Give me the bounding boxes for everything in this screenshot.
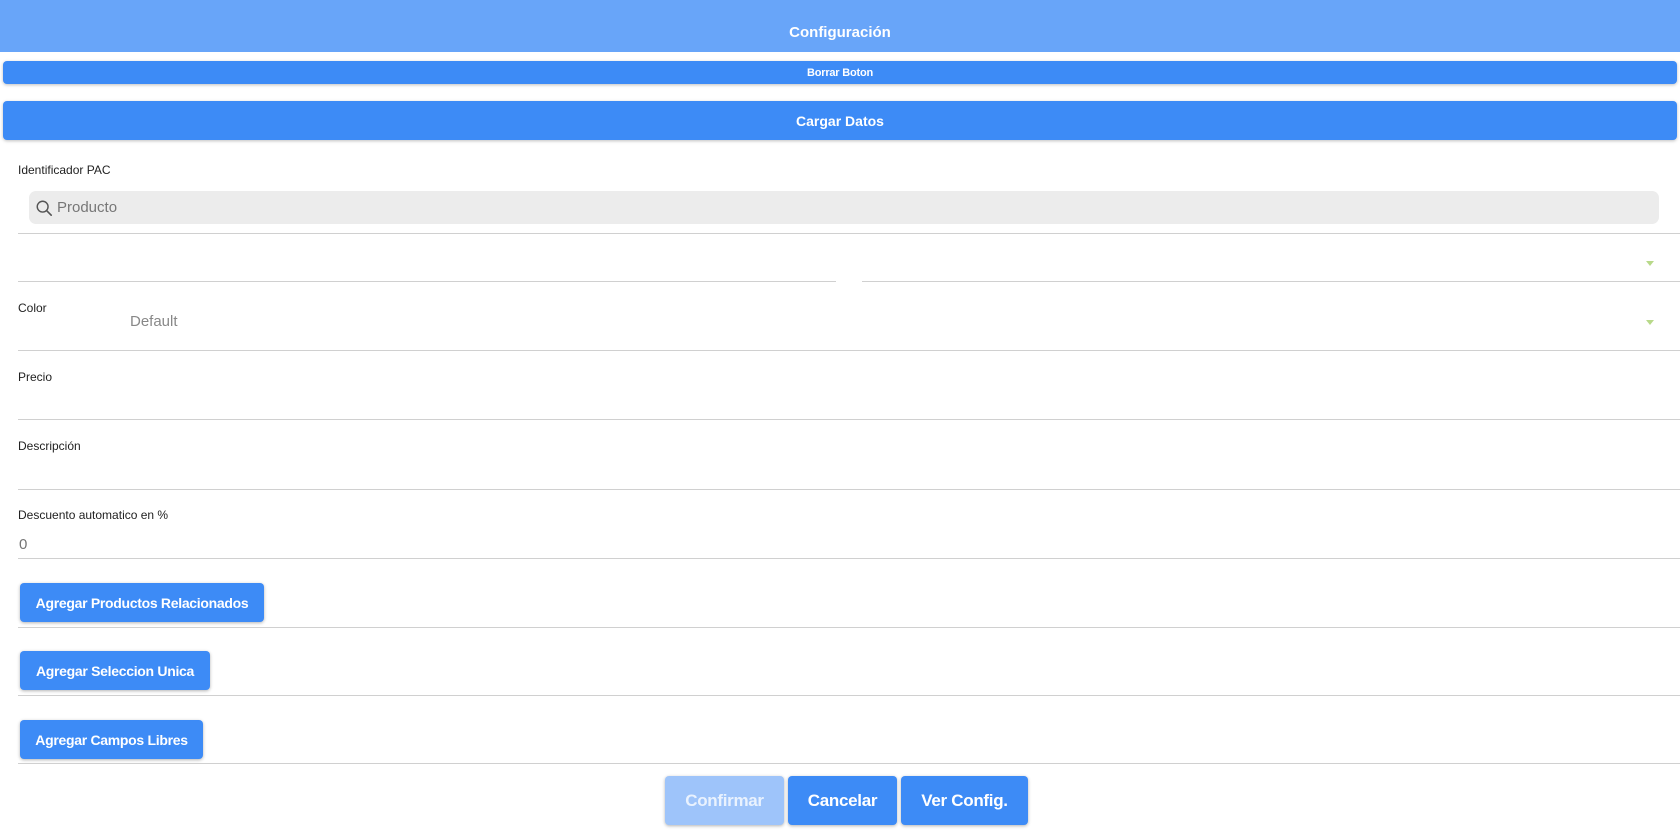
ver-config-button[interactable]: Ver Config. [901, 776, 1028, 825]
agregar-campos-libres-button[interactable]: Agregar Campos Libres [20, 720, 203, 759]
precio-input[interactable] [18, 390, 1658, 418]
field-underline [862, 281, 1680, 282]
descuento-label: Descuento automatico en % [18, 508, 169, 522]
chevron-down-icon [1646, 261, 1654, 266]
divider [18, 695, 1680, 696]
precio-label: Precio [18, 370, 53, 384]
cancelar-button[interactable]: Cancelar [788, 776, 897, 825]
product-search-input[interactable] [57, 199, 1637, 216]
color-label: Color [18, 301, 47, 315]
agregar-seleccion-unica-button[interactable]: Agregar Seleccion Unica [20, 651, 210, 690]
divider [18, 233, 1680, 234]
confirmar-button[interactable]: Confirmar [665, 776, 784, 825]
divider [18, 350, 1680, 351]
divider [18, 763, 1680, 764]
page-header: Configuración [0, 0, 1680, 52]
identificador-label: Identificador PAC [18, 163, 111, 177]
color-select[interactable]: Default [120, 308, 1660, 338]
descuento-input[interactable] [19, 532, 1659, 556]
divider [18, 489, 1680, 490]
divider [18, 558, 1680, 559]
unlabeled-select[interactable] [862, 248, 1680, 280]
divider [18, 627, 1680, 628]
color-select-value: Default [130, 313, 178, 330]
descripcion-input[interactable] [18, 459, 1658, 487]
divider [18, 419, 1680, 420]
borrar-boton-button[interactable]: Borrar Boton [3, 61, 1677, 84]
field-underline [18, 281, 836, 282]
product-search-box[interactable] [29, 191, 1659, 224]
agregar-productos-relacionados-button[interactable]: Agregar Productos Relacionados [20, 583, 264, 622]
descripcion-label: Descripción [18, 439, 81, 453]
chevron-down-icon [1646, 320, 1654, 325]
cargar-datos-button[interactable]: Cargar Datos [3, 101, 1677, 140]
search-icon [35, 199, 53, 217]
page-title: Configuración [789, 23, 891, 41]
unlabeled-text-field[interactable] [18, 248, 834, 278]
